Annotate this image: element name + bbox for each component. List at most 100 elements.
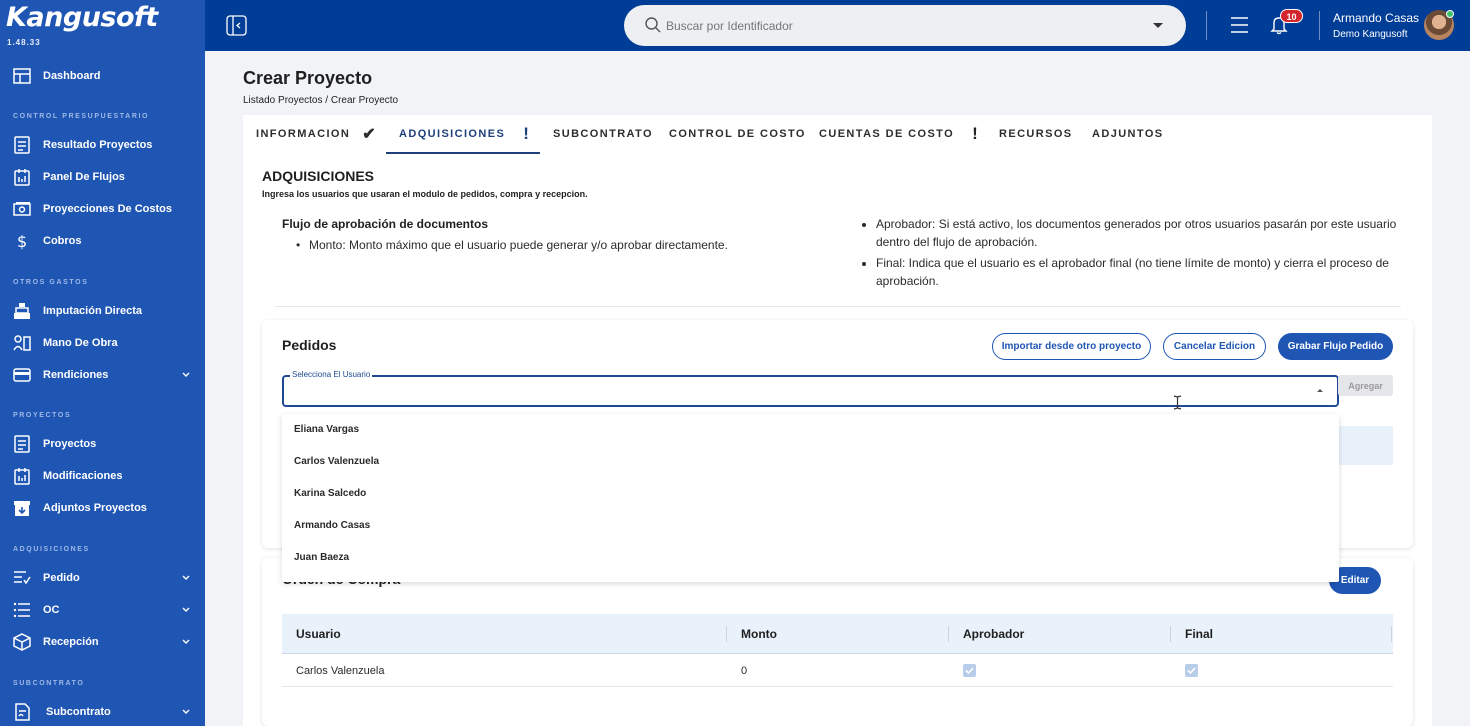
sidebar-item-adjuntos-proyectos[interactable]: Adjuntos Proyectos (0, 494, 205, 522)
save-flow-button[interactable]: Grabar Flujo Pedido (1278, 333, 1393, 360)
sidebar-item-label: Proyectos (43, 438, 97, 450)
sidebar-item-cobros[interactable]: $ Cobros (0, 227, 205, 255)
table-header: Usuario Monto Aprobador Final (282, 614, 1393, 654)
tab-recursos[interactable]: RECURSOS (999, 115, 1073, 153)
breadcrumb-link-listado[interactable]: Listado Proyectos (243, 95, 323, 106)
column-header-monto[interactable]: Monto (741, 627, 777, 641)
chevron-down-icon[interactable] (181, 637, 191, 647)
warning-icon: ! (523, 124, 529, 143)
tab-label: RECURSOS (999, 128, 1073, 140)
chevron-down-icon[interactable] (181, 707, 191, 717)
column-separator (1170, 626, 1171, 642)
search-bar[interactable] (624, 5, 1186, 46)
sidebar-item-label: Mano De Obra (43, 337, 118, 349)
checklist-icon (14, 571, 31, 585)
chevron-up-icon[interactable] (1317, 389, 1323, 392)
pedidos-title: Pedidos (282, 337, 337, 353)
sidebar-item-proyectos[interactable]: Proyectos (0, 430, 205, 458)
info-final: Final: Indica que el usuario es el aprob… (876, 254, 1403, 290)
sidebar-item-label: Proyecciones De Costos (43, 203, 172, 215)
sidebar-item-dashboard[interactable]: Dashboard (0, 62, 205, 90)
search-icon (645, 17, 661, 33)
sidebar-item-panel-flujos[interactable]: Panel De Flujos (0, 163, 205, 191)
sidebar-item-subcontrato[interactable]: Subcontrato (0, 698, 205, 726)
contract-icon (15, 703, 30, 721)
sidebar-toggle-icon[interactable] (226, 15, 247, 36)
workers-icon (13, 335, 31, 351)
tab-control-costo[interactable]: CONTROL DE COSTO (669, 115, 806, 153)
menu-icon[interactable] (1230, 16, 1249, 34)
tab-subcontrato[interactable]: SUBCONTRATO (553, 115, 653, 153)
calendar-icon (14, 468, 30, 485)
user-select-label: Selecciona El Usuario (290, 370, 373, 379)
table-header-fragment (1339, 426, 1393, 465)
chevron-down-icon[interactable] (181, 605, 191, 615)
divider (275, 306, 1401, 307)
add-button[interactable]: Agregar (1338, 375, 1393, 396)
column-header-aprobador[interactable]: Aprobador (963, 627, 1024, 641)
tab-label: CONTROL DE COSTO (669, 128, 806, 140)
sidebar-item-label: Resultado Proyectos (43, 139, 153, 151)
chevron-down-icon[interactable] (181, 573, 191, 583)
sidebar-item-proyecciones-costos[interactable]: Proyecciones De Costos (0, 195, 205, 223)
sidebar: Kangusoft 1.48.33 Dashboard CONTROL PRES… (0, 0, 205, 726)
brand-logo[interactable]: Kangusoft 1.48.33 (6, 2, 158, 47)
sidebar-item-label: Adjuntos Proyectos (43, 502, 147, 514)
sidebar-item-oc[interactable]: OC (0, 596, 205, 624)
tab-label: ADJUNTOS (1092, 128, 1164, 140)
sidebar-item-resultado-proyectos[interactable]: Resultado Proyectos (0, 131, 205, 159)
info-aprobador: Aprobador: Si está activo, los documento… (876, 215, 1403, 251)
cash-register-icon (14, 303, 30, 319)
search-dropdown-caret-icon[interactable] (1153, 23, 1163, 28)
report-icon (14, 435, 30, 453)
tab-informacion[interactable]: INFORMACION ✔ (256, 115, 376, 153)
tab-adquisiciones[interactable]: ADQUISICIONES ! (399, 115, 529, 153)
tab-bar: INFORMACION ✔ ADQUISICIONES ! SUBCONTRAT… (243, 115, 1432, 154)
sidebar-item-modificaciones[interactable]: Modificaciones (0, 462, 205, 490)
online-status-icon (1446, 10, 1454, 18)
tab-label: CUENTAS DE COSTO (819, 128, 955, 140)
column-separator (1391, 626, 1392, 642)
column-header-final[interactable]: Final (1185, 627, 1213, 641)
dropdown-option[interactable]: Carlos Valenzuela (294, 456, 379, 467)
page-title: Crear Proyecto (243, 68, 373, 88)
sidebar-item-rendiciones[interactable]: Rendiciones (0, 361, 205, 389)
table-row: Carlos Valenzuela 0 (282, 654, 1393, 687)
tab-label: SUBCONTRATO (553, 128, 653, 140)
sidebar-item-label: OC (43, 604, 60, 616)
import-button[interactable]: Importar desde otro proyecto (992, 333, 1151, 360)
sidebar-item-label: Modificaciones (43, 470, 123, 482)
cell-monto: 0 (741, 665, 748, 677)
check-icon (1187, 667, 1196, 675)
user-name[interactable]: Armando Casas (1333, 11, 1419, 25)
column-separator (948, 626, 949, 642)
archive-icon (14, 501, 30, 516)
tab-label: INFORMACION (256, 128, 351, 140)
section-proyectos: PROYECTOS (13, 412, 72, 419)
sidebar-item-label: Pedido (43, 572, 80, 584)
check-icon: ✔ (362, 126, 376, 143)
tab-adjuntos[interactable]: ADJUNTOS (1092, 115, 1164, 153)
sidebar-item-label: Rendiciones (43, 369, 109, 381)
dropdown-option[interactable]: Karina Salcedo (294, 488, 366, 499)
section-subtitle: Ingresa los usuarios que usaran el modul… (262, 189, 588, 199)
aprobador-checkbox[interactable] (963, 664, 976, 677)
tab-cuentas-costo[interactable]: CUENTAS DE COSTO ! (819, 115, 978, 153)
check-icon (965, 667, 974, 675)
dropdown-option[interactable]: Armando Casas (294, 520, 370, 531)
dropdown-option[interactable]: Eliana Vargas (294, 424, 359, 435)
topbar: 10 Armando Casas Demo Kangusoft (205, 0, 1470, 51)
sidebar-item-recepcion[interactable]: Recepción (0, 628, 205, 656)
sidebar-item-imputacion-directa[interactable]: Imputación Directa (0, 297, 205, 325)
sidebar-item-label: Recepción (43, 636, 99, 648)
sidebar-item-mano-obra[interactable]: Mano De Obra (0, 329, 205, 357)
column-header-usuario[interactable]: Usuario (296, 627, 341, 641)
orden-compra-card: Orden de Compra Editar Usuario Monto Apr… (262, 558, 1413, 726)
column-separator (726, 626, 727, 642)
final-checkbox[interactable] (1185, 664, 1198, 677)
chevron-down-icon[interactable] (181, 370, 191, 380)
dropdown-option[interactable]: Juan Baeza (294, 552, 349, 563)
sidebar-item-pedido[interactable]: Pedido (0, 564, 205, 592)
search-input[interactable] (666, 16, 1136, 36)
cancel-edit-button[interactable]: Cancelar Edicion (1163, 333, 1266, 360)
